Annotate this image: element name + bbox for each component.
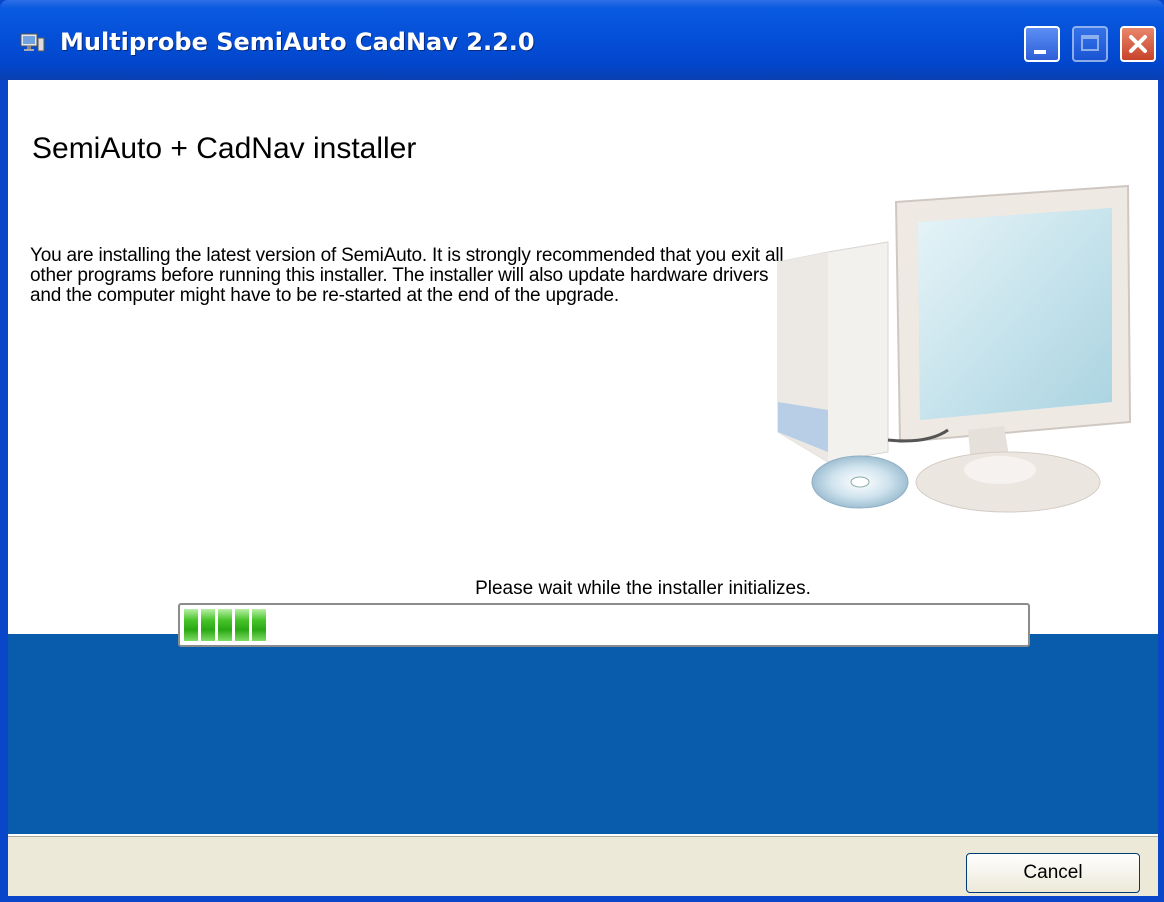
window-bottom-border [0, 896, 1164, 902]
progress-segment [184, 609, 198, 641]
install-description: You are installing the latest version of… [30, 245, 784, 306]
installer-window: Multiprobe SemiAuto CadNav 2.2.0 SemiAut… [0, 0, 1164, 902]
button-footer: Cancel [8, 834, 1158, 896]
window-title: Multiprobe SemiAuto CadNav 2.2.0 [60, 28, 535, 56]
progress-segment [235, 609, 249, 641]
maximize-icon[interactable] [1072, 26, 1108, 62]
close-icon[interactable] [1120, 26, 1156, 62]
title-bar[interactable]: Multiprobe SemiAuto CadNav 2.2.0 [0, 0, 1164, 80]
installer-client-area: SemiAuto + CadNav installer You are inst… [8, 80, 1158, 896]
installer-computer-icon [20, 33, 45, 52]
cancel-button[interactable]: Cancel [966, 853, 1140, 893]
minimize-icon[interactable] [1024, 26, 1060, 62]
progress-fill [184, 609, 266, 641]
progress-bar [178, 603, 1030, 647]
progress-status-text: Please wait while the installer initiali… [475, 578, 811, 599]
blue-banner [8, 634, 1158, 834]
computer-with-cd-icon [777, 184, 1132, 513]
page-title: SemiAuto + CadNav installer [32, 132, 417, 165]
footer-divider [8, 836, 1158, 837]
progress-segment [218, 609, 232, 641]
progress-segment [252, 609, 266, 641]
progress-segment [201, 609, 215, 641]
